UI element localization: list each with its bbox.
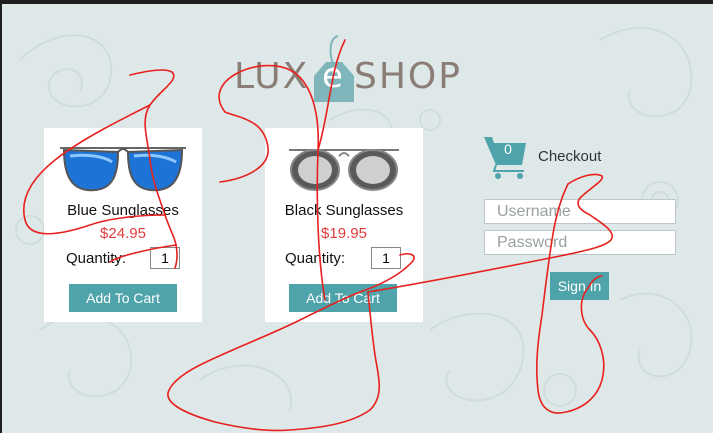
quantity-input[interactable] — [150, 247, 180, 269]
quantity-label: Quantity: — [285, 250, 346, 267]
logo-text-lux: LUX — [234, 56, 310, 97]
luxeshop-logo[interactable]: LUX e SHOP — [234, 28, 494, 108]
blue-sunglasses-image — [60, 147, 186, 192]
checkout-link[interactable]: Checkout — [538, 148, 601, 165]
page-canvas: LUX e SHOP Blue Sunglasses $24.95 Quanti… — [0, 0, 713, 433]
quantity-input[interactable] — [371, 247, 401, 269]
logo-tag-letter: e — [322, 56, 343, 96]
logo-text-shop: SHOP — [354, 56, 462, 97]
add-to-cart-button[interactable]: Add To Cart — [69, 284, 177, 312]
product-price: $19.95 — [321, 225, 367, 242]
window-top-border — [0, 0, 713, 4]
product-name: Black Sunglasses — [284, 202, 404, 219]
cart-count-badge: 0 — [504, 141, 512, 157]
product-price: $24.95 — [100, 225, 146, 242]
add-to-cart-button[interactable]: Add To Cart — [289, 284, 397, 312]
sign-in-button[interactable]: Sign In — [550, 272, 609, 300]
product-card-blue-sunglasses: Blue Sunglasses $24.95 Quantity: Add To … — [44, 128, 202, 322]
window-left-border — [0, 0, 2, 433]
quantity-label: Quantity: — [66, 250, 127, 267]
black-sunglasses-image — [289, 149, 399, 191]
product-name: Blue Sunglasses — [67, 202, 179, 219]
username-input[interactable] — [484, 199, 676, 224]
password-input[interactable] — [484, 230, 676, 255]
product-card-black-sunglasses: Black Sunglasses $19.95 Quantity: Add To… — [265, 128, 423, 322]
